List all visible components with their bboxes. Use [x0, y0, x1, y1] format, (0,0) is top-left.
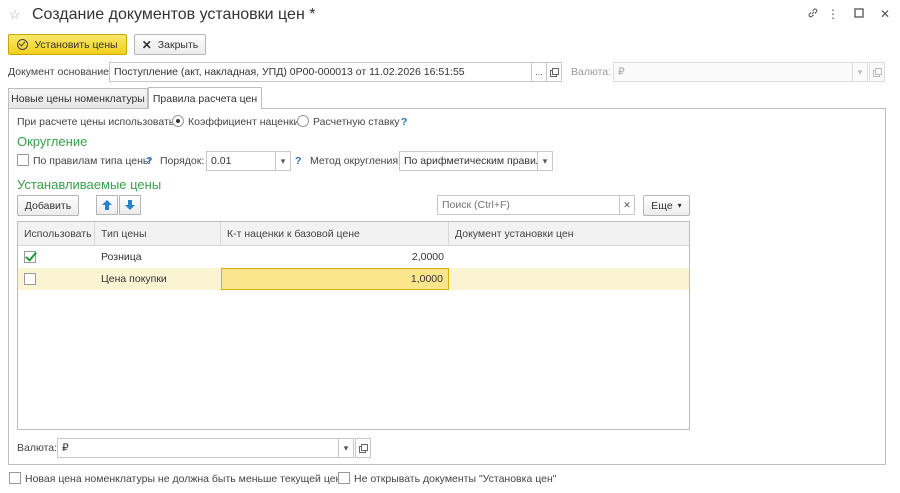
- order-field[interactable]: 0.01: [206, 151, 276, 171]
- column-header-price-type[interactable]: Тип цены: [95, 222, 221, 246]
- radio-markup-coefficient[interactable]: [172, 115, 184, 127]
- move-up-button[interactable]: [96, 195, 118, 215]
- not-less-label: Новая цена номенклатуры не должна быть м…: [25, 473, 349, 485]
- order-label: Порядок:: [160, 155, 205, 167]
- markup-coef-cell[interactable]: 2,0000: [221, 246, 449, 268]
- prices-section-title: Устанавливаемые цены: [17, 177, 162, 192]
- tab-price-rules[interactable]: Правила расчета цен: [148, 87, 262, 109]
- page-title: Создание документов установки цен *: [32, 6, 316, 23]
- bottom-currency-open-icon[interactable]: [355, 438, 371, 458]
- more-vertical-icon[interactable]: ⋮: [826, 7, 840, 21]
- currency-field[interactable]: ₽: [613, 62, 853, 82]
- basis-open-icon[interactable]: [546, 62, 562, 82]
- prices-table: Использовать Тип цены К-т наценки к базо…: [17, 221, 690, 430]
- bottom-currency-dropdown-icon[interactable]: ▾: [338, 438, 354, 458]
- price-doc-cell[interactable]: [449, 246, 689, 268]
- help-icon[interactable]: ?: [295, 155, 301, 167]
- bottom-currency-label: Валюта:: [17, 442, 58, 454]
- use-checkbox[interactable]: [24, 251, 36, 263]
- not-less-checkbox[interactable]: [9, 472, 21, 484]
- markup-coefficient-label: Коэффициент наценки: [188, 116, 300, 128]
- arrow-down-icon: [125, 200, 135, 210]
- search-clear-icon[interactable]: ✕: [619, 195, 635, 215]
- order-dropdown-icon[interactable]: ▾: [275, 151, 291, 171]
- set-prices-label: Установить цены: [34, 38, 118, 51]
- radio-calculated-rate[interactable]: [297, 115, 309, 127]
- check-circle-icon: [17, 39, 29, 50]
- table-row[interactable]: Цена покупки 1,0000: [18, 268, 689, 290]
- favorite-star-icon[interactable]: ☆: [9, 7, 21, 23]
- add-button[interactable]: Добавить: [17, 195, 79, 216]
- basis-label: Документ основание:: [8, 66, 112, 78]
- help-icon[interactable]: ?: [401, 116, 407, 128]
- price-type-cell: Розница: [101, 251, 142, 263]
- close-button[interactable]: ✕ Закрыть: [134, 34, 206, 55]
- rounding-method-label: Метод округления:: [310, 155, 401, 167]
- chevron-down-icon: ▾: [677, 201, 682, 210]
- price-type-cell: Цена покупки: [101, 273, 167, 285]
- move-down-button[interactable]: [119, 195, 141, 215]
- by-price-type-label: По правилам типа цены: [33, 155, 151, 167]
- set-prices-button[interactable]: Установить цены: [8, 34, 127, 55]
- no-open-docs-label: Не открывать документы "Установка цен": [354, 473, 557, 485]
- help-icon[interactable]: ?: [146, 155, 152, 167]
- more-button[interactable]: Еще ▾: [643, 195, 690, 216]
- close-label: Закрыть: [157, 38, 199, 51]
- search-input[interactable]: [437, 195, 620, 215]
- basis-field[interactable]: Поступление (акт, накладная, УПД) 0Р00-0…: [109, 62, 532, 82]
- use-checkbox[interactable]: [24, 273, 36, 285]
- arrow-up-icon: [102, 200, 112, 210]
- bottom-currency-field[interactable]: ₽: [57, 438, 339, 458]
- basis-select-button[interactable]: ...: [531, 62, 547, 82]
- currency-label: Валюта:: [571, 66, 612, 78]
- column-header-use[interactable]: Использовать: [18, 222, 95, 246]
- by-price-type-checkbox[interactable]: [17, 154, 29, 166]
- table-row[interactable]: Розница 2,0000: [18, 246, 689, 268]
- rounding-method-field[interactable]: По арифметическим правилам: [399, 151, 538, 171]
- maximize-icon[interactable]: [852, 7, 866, 21]
- rounding-method-dropdown-icon[interactable]: ▾: [537, 151, 553, 171]
- rounding-section-title: Округление: [17, 134, 88, 149]
- use-label: При расчете цены использовать:: [17, 116, 178, 128]
- close-icon[interactable]: ✕: [878, 7, 892, 21]
- currency-open-icon[interactable]: [869, 62, 885, 82]
- markup-coef-cell[interactable]: 1,0000: [221, 268, 449, 290]
- calculated-rate-label: Расчетную ставку: [313, 116, 400, 128]
- column-header-price-doc[interactable]: Документ установки цен: [449, 222, 689, 246]
- column-header-markup-coef[interactable]: К-т наценки к базовой цене: [221, 222, 449, 246]
- price-doc-cell[interactable]: [449, 268, 689, 290]
- link-icon[interactable]: [806, 7, 820, 22]
- currency-dropdown-icon[interactable]: ▾: [852, 62, 868, 82]
- more-label: Еще: [651, 199, 673, 212]
- no-open-docs-checkbox[interactable]: [338, 472, 350, 484]
- tab-new-prices[interactable]: Новые цены номенклатуры: [8, 88, 148, 109]
- close-x-icon: ✕: [141, 37, 152, 52]
